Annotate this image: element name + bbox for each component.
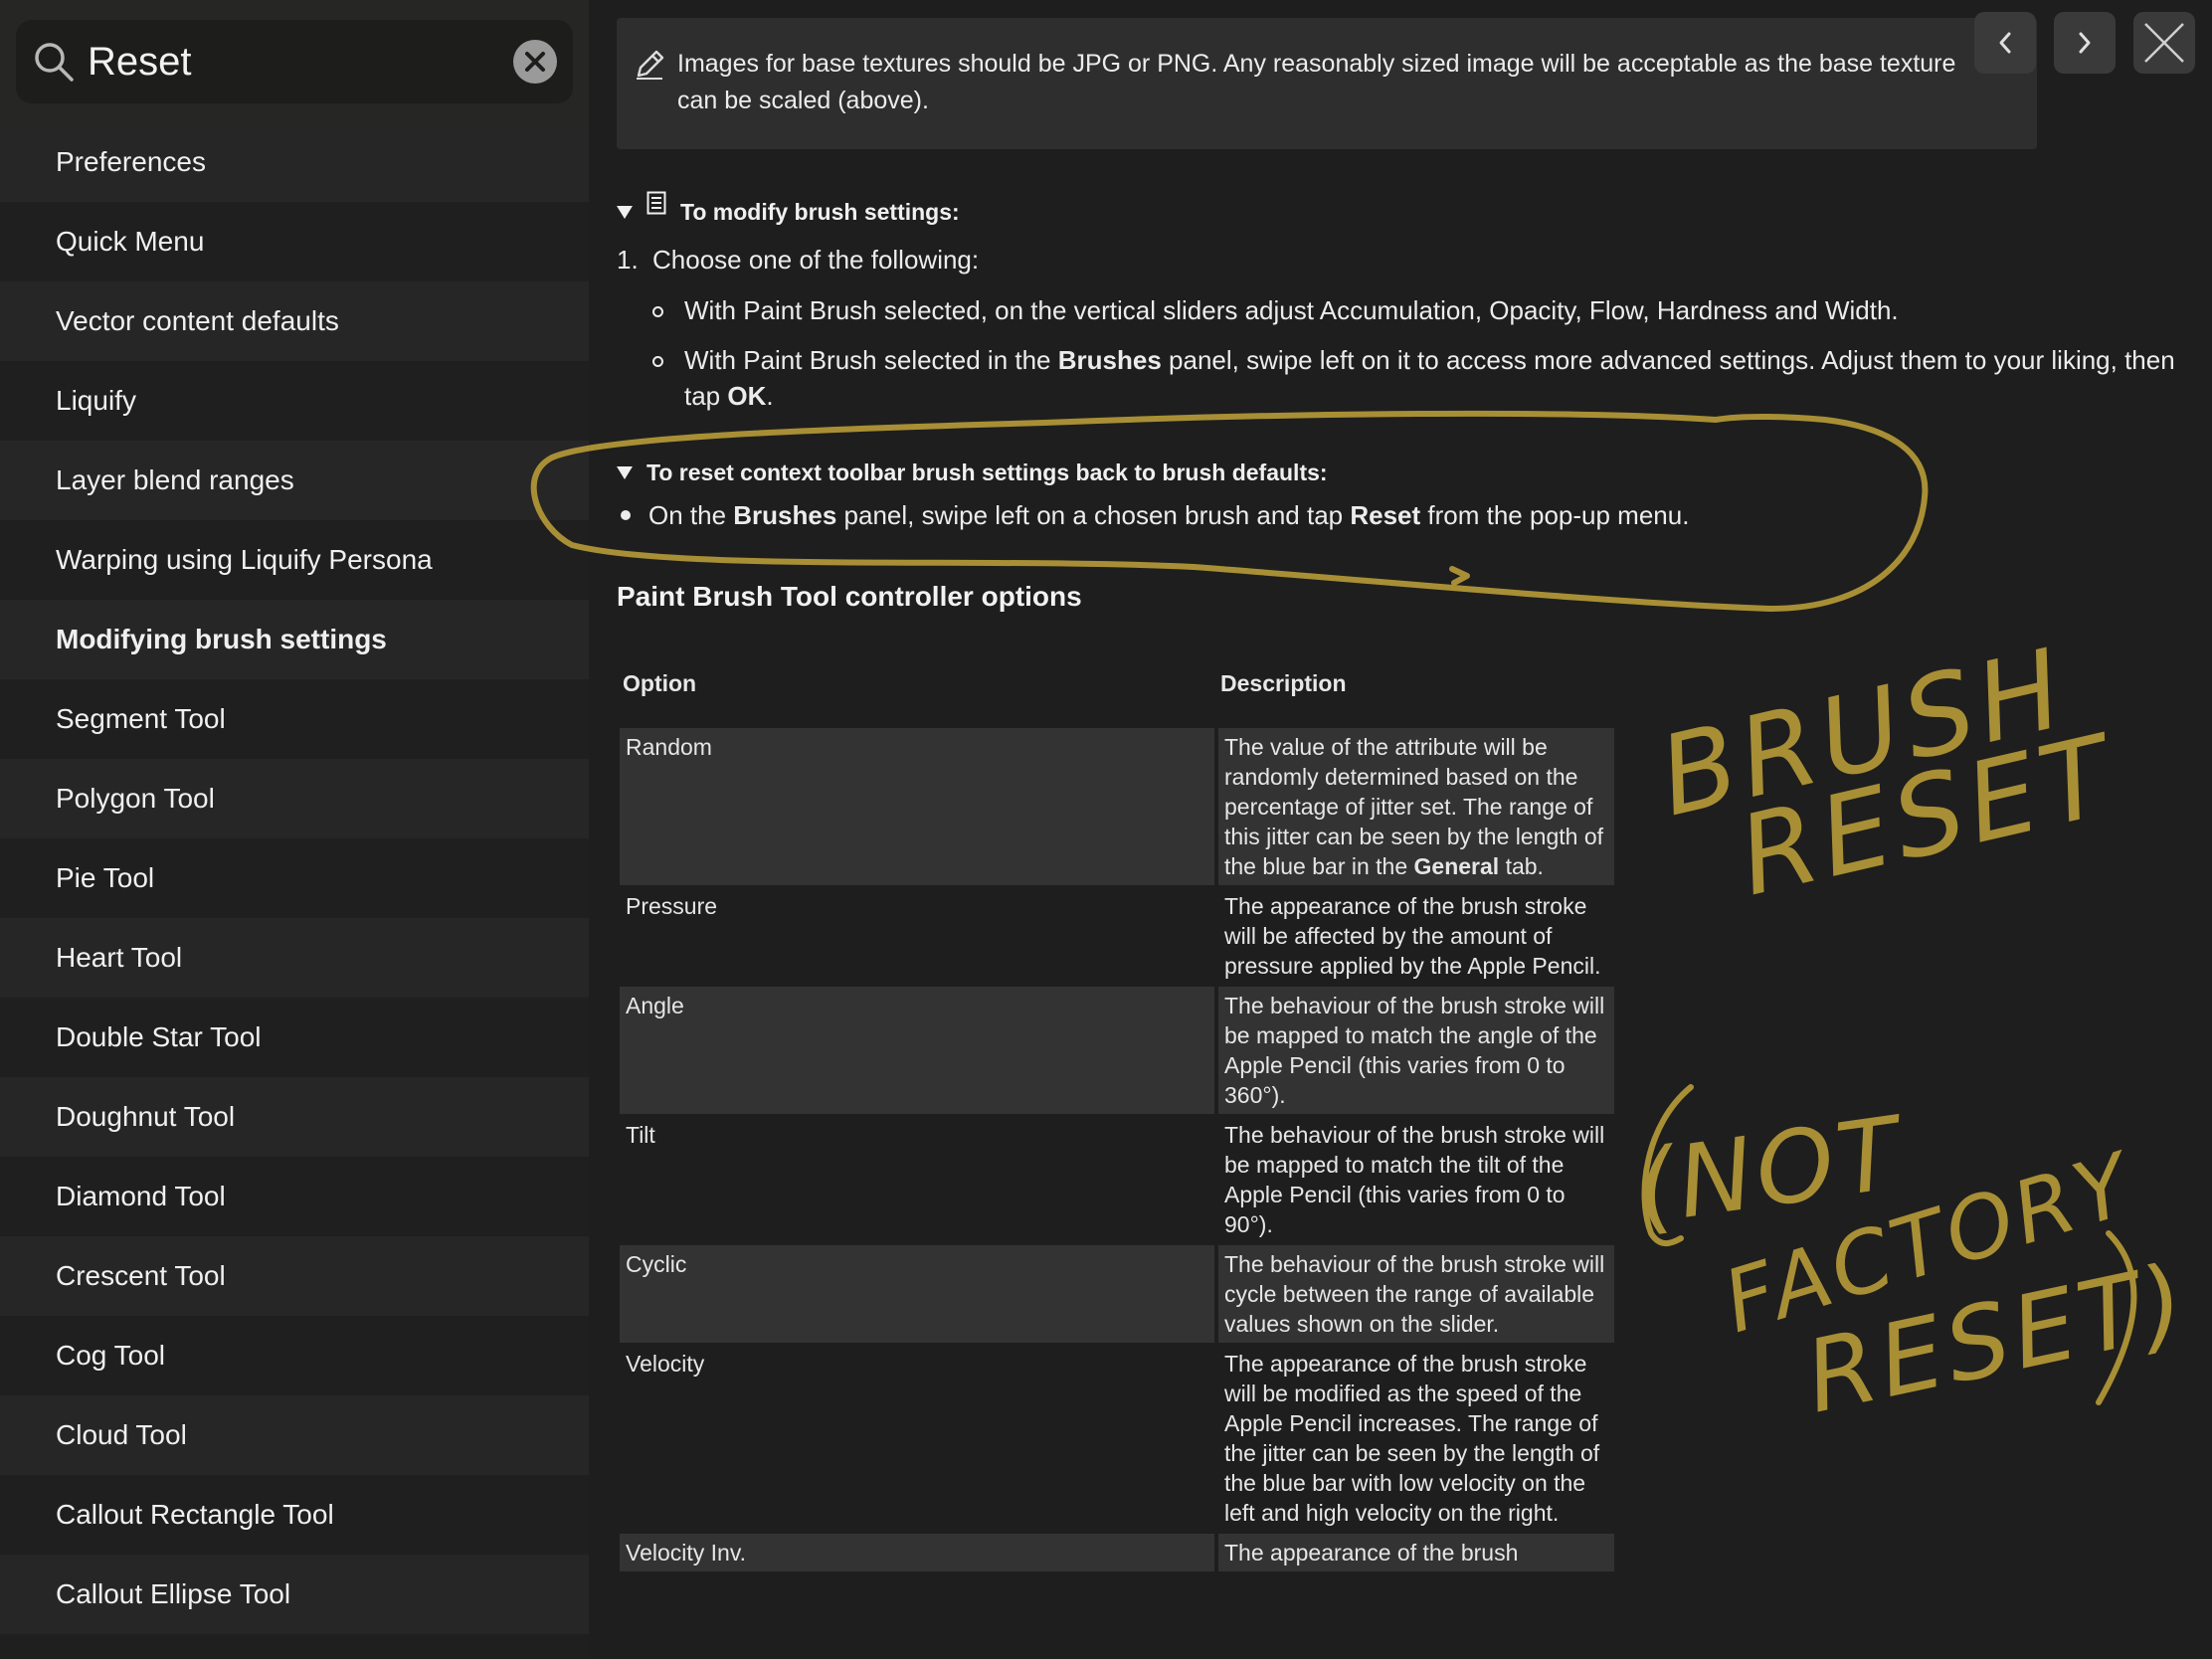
option-cell: Random bbox=[620, 728, 1214, 885]
sidebar: Reset Preferences Quick Menu Vector cont… bbox=[0, 0, 589, 1659]
clear-icon bbox=[525, 52, 545, 72]
description-cell: The value of the attribute will be rando… bbox=[1218, 728, 1614, 885]
sidebar-item-doughnut-tool[interactable]: Doughnut Tool bbox=[0, 1077, 589, 1157]
sidebar-item-diamond-tool[interactable]: Diamond Tool bbox=[0, 1157, 589, 1236]
step-text: Choose one of the following: bbox=[652, 245, 980, 275]
step-number: 1. bbox=[617, 245, 639, 275]
search-results-list: Preferences Quick Menu Vector content de… bbox=[0, 122, 589, 1659]
bullet-ring-icon bbox=[652, 306, 663, 317]
option-cell: Pressure bbox=[626, 893, 718, 919]
list-item: With Paint Brush selected in the Brushes… bbox=[652, 342, 2184, 414]
sidebar-item-polygon-tool[interactable]: Polygon Tool bbox=[0, 759, 589, 838]
sidebar-item-heart-tool[interactable]: Heart Tool bbox=[0, 918, 589, 998]
document-icon bbox=[646, 191, 666, 214]
sidebar-item-layer-blend-ranges[interactable]: Layer blend ranges bbox=[0, 441, 589, 520]
step-one: 1. Choose one of the following: bbox=[617, 245, 979, 276]
tip-note: Images for base textures should be JPG o… bbox=[617, 18, 2037, 149]
option-cell: Tilt bbox=[626, 1122, 655, 1148]
chevron-left-icon bbox=[1999, 32, 2011, 54]
sidebar-item-arrow-tool[interactable]: Arrow Tool bbox=[0, 1634, 589, 1659]
description-cell: The behaviour of the brush stroke will b… bbox=[1224, 1122, 1605, 1237]
table-row: Velocity The appearance of the brush str… bbox=[620, 1345, 1614, 1532]
sidebar-item-preferences[interactable]: Preferences bbox=[0, 122, 589, 202]
search-bar: Reset bbox=[0, 0, 589, 122]
options-table: Random The value of the attribute will b… bbox=[620, 728, 1614, 1573]
table-row: Velocity Inv. The appearance of the brus… bbox=[620, 1534, 1614, 1571]
description-cell: The behaviour of the brush stroke will c… bbox=[1218, 1245, 1614, 1343]
sidebar-item-double-star-tool[interactable]: Double Star Tool bbox=[0, 998, 589, 1077]
list-item-text: With Paint Brush selected in the Brushes… bbox=[684, 345, 2175, 411]
bullet-dot-icon bbox=[621, 510, 631, 520]
tip-text: Images for base textures should be JPG o… bbox=[677, 50, 1956, 114]
help-content: Images for base textures should be JPG o… bbox=[617, 0, 2188, 1659]
sidebar-item-callout-rectangle-tool[interactable]: Callout Rectangle Tool bbox=[0, 1475, 589, 1555]
search-input[interactable]: Reset bbox=[16, 20, 573, 103]
sidebar-item-pie-tool[interactable]: Pie Tool bbox=[0, 838, 589, 918]
table-row: Angle The behaviour of the brush stroke … bbox=[620, 987, 1614, 1114]
sidebar-item-segment-tool[interactable]: Segment Tool bbox=[0, 679, 589, 759]
column-header-description: Description bbox=[1220, 670, 1347, 696]
bullet-ring-icon bbox=[652, 356, 663, 367]
option-cell: Cyclic bbox=[620, 1245, 1214, 1343]
modify-brush-settings-toggle[interactable]: To modify brush settings: bbox=[617, 191, 960, 226]
disclosure-triangle-icon bbox=[617, 206, 633, 219]
list-item: On the Brushes panel, swipe left on a ch… bbox=[617, 500, 1689, 531]
table-row: Random The value of the attribute will b… bbox=[620, 728, 1614, 885]
pencil-icon bbox=[637, 50, 664, 80]
sidebar-item-callout-ellipse-tool[interactable]: Callout Ellipse Tool bbox=[0, 1555, 589, 1634]
section-title: To reset context toolbar brush settings … bbox=[646, 460, 1328, 485]
list-item-text: With Paint Brush selected, on the vertic… bbox=[684, 295, 1899, 325]
description-cell: The behaviour of the brush stroke will b… bbox=[1218, 987, 1614, 1114]
search-icon bbox=[35, 43, 74, 82]
sidebar-item-quick-menu[interactable]: Quick Menu bbox=[0, 202, 589, 281]
next-page-button[interactable] bbox=[2054, 12, 2116, 74]
table-row: Tilt The behaviour of the brush stroke w… bbox=[620, 1116, 1614, 1243]
table-title: Paint Brush Tool controller options bbox=[617, 581, 1082, 612]
option-cell: Velocity bbox=[626, 1351, 705, 1377]
table-row: Cyclic The behaviour of the brush stroke… bbox=[620, 1245, 1614, 1343]
sidebar-item-vector-content-defaults[interactable]: Vector content defaults bbox=[0, 281, 589, 361]
list-item: With Paint Brush selected, on the vertic… bbox=[652, 292, 2184, 328]
section-title: To modify brush settings: bbox=[680, 199, 960, 225]
sidebar-item-liquify[interactable]: Liquify bbox=[0, 361, 589, 441]
option-cell: Angle bbox=[620, 987, 1214, 1114]
search-query-text[interactable]: Reset bbox=[88, 36, 192, 88]
description-cell: The appearance of the brush bbox=[1218, 1534, 1614, 1571]
clear-search-button[interactable] bbox=[513, 40, 557, 84]
sidebar-item-crescent-tool[interactable]: Crescent Tool bbox=[0, 1236, 589, 1316]
column-header-option: Option bbox=[623, 670, 697, 696]
reset-brush-settings-toggle[interactable]: To reset context toolbar brush settings … bbox=[617, 460, 1328, 486]
description-cell: The appearance of the brush stroke will … bbox=[1224, 893, 1601, 979]
chevron-right-icon bbox=[2079, 32, 2091, 54]
table-row: Pressure The appearance of the brush str… bbox=[620, 887, 1614, 985]
description-cell: The appearance of the brush stroke will … bbox=[1224, 1351, 1600, 1526]
disclosure-triangle-icon bbox=[617, 466, 633, 479]
close-icon bbox=[2144, 23, 2184, 63]
previous-page-button[interactable] bbox=[1974, 12, 2036, 74]
close-help-button[interactable] bbox=[2133, 12, 2195, 74]
sidebar-item-cog-tool[interactable]: Cog Tool bbox=[0, 1316, 589, 1395]
sidebar-item-modifying-brush-settings[interactable]: Modifying brush settings bbox=[0, 600, 589, 679]
sidebar-item-cloud-tool[interactable]: Cloud Tool bbox=[0, 1395, 589, 1475]
sidebar-item-warping-liquify-persona[interactable]: Warping using Liquify Persona bbox=[0, 520, 589, 600]
option-cell: Velocity Inv. bbox=[620, 1534, 1214, 1571]
